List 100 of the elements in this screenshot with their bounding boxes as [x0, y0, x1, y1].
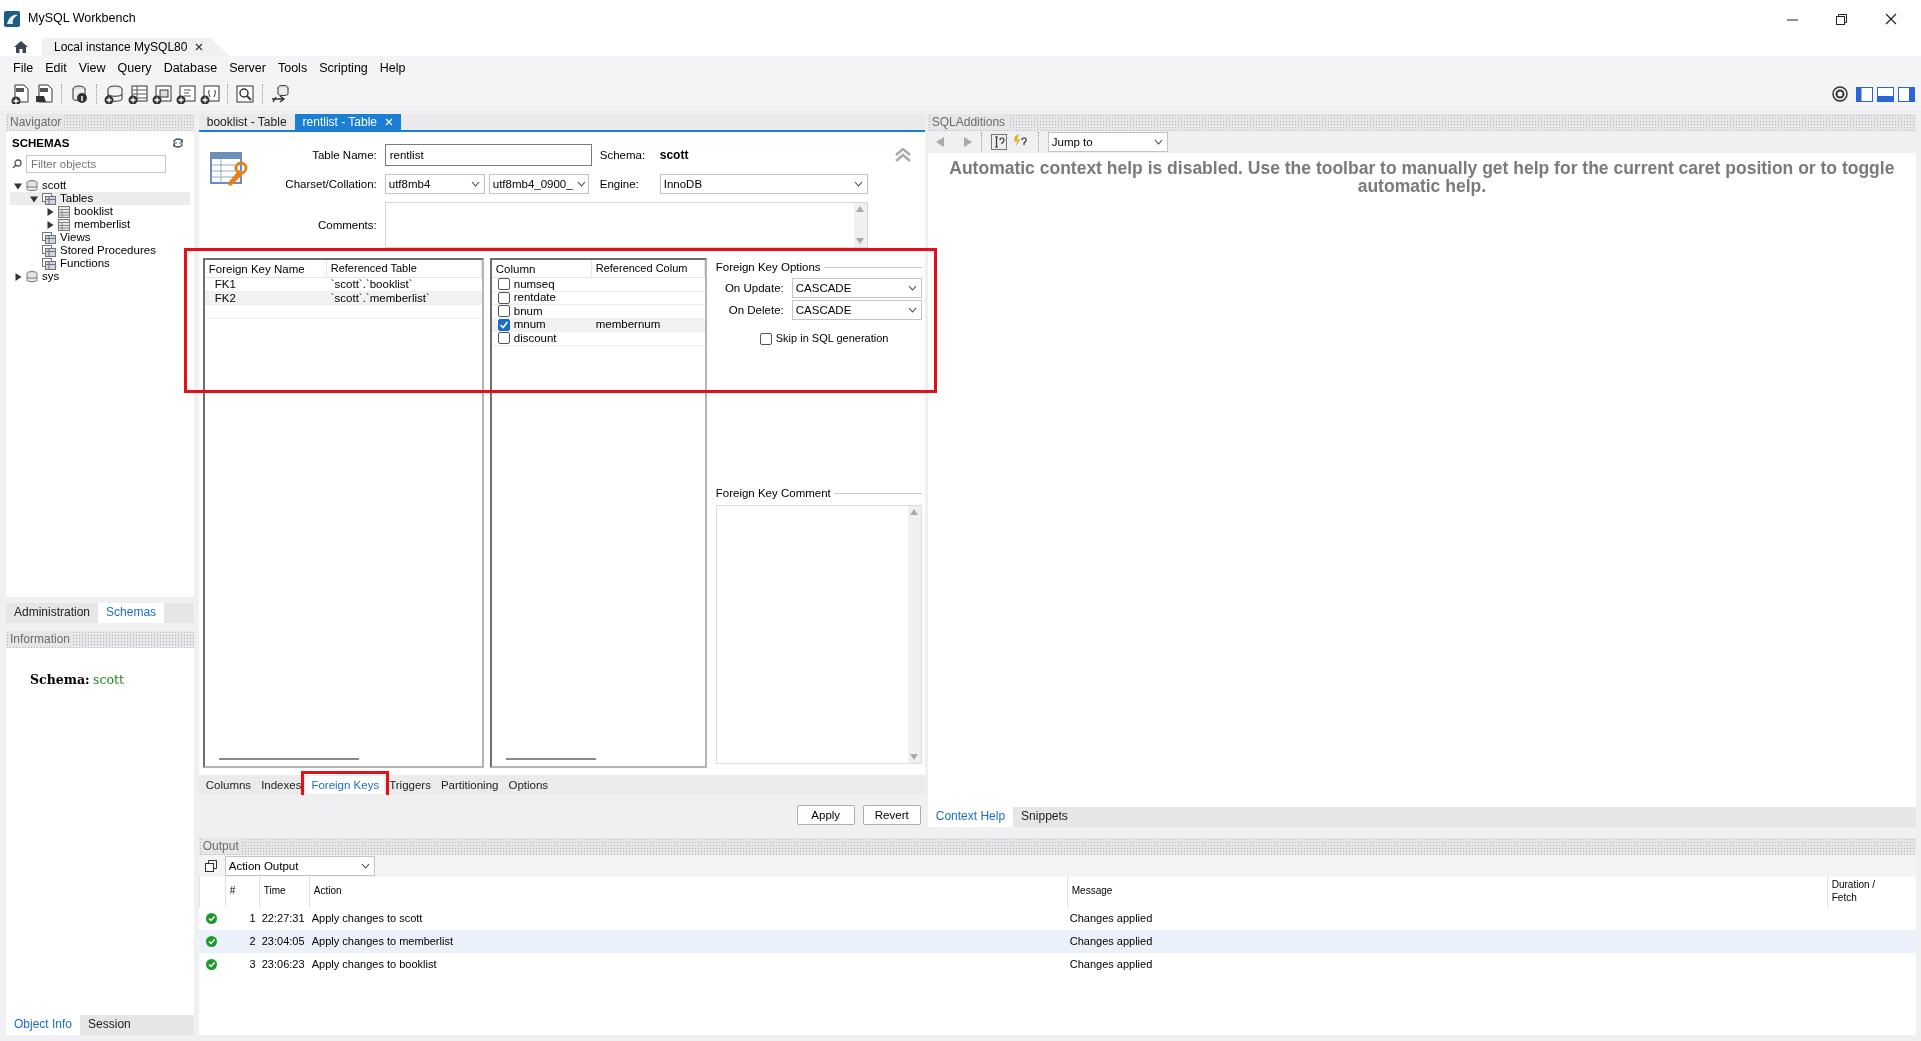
tree-arrow-icon[interactable] — [46, 220, 54, 229]
copy-icon[interactable] — [204, 860, 217, 872]
tree-arrow-icon[interactable] — [14, 272, 22, 281]
help-message: Automatic context help is disabled. Use the toolbar to manually get help for the current caret position or to toggle automatic help. — [927, 153, 1916, 807]
new-view-icon[interactable] — [152, 84, 172, 104]
window-title: MySQL Workbench — [28, 11, 136, 27]
table-row[interactable]: 1 22:27:31 Apply changes to scott Changes applied — [198, 907, 1916, 930]
menu-item[interactable]: Query — [112, 57, 159, 77]
column-header[interactable]: Referenced Colum — [591, 260, 705, 277]
new-function-icon[interactable] — [200, 84, 220, 104]
table-row[interactable]: FK1 `scott`.`booklist` — [204, 278, 482, 292]
close-icon[interactable] — [1885, 13, 1897, 25]
menu-item[interactable]: Help — [374, 57, 413, 77]
editor-view-tab[interactable]: Indexes — [256, 775, 307, 795]
connection-tab[interactable]: Local instance MySQL80 — [42, 38, 230, 56]
panel-tab[interactable]: Schemas — [98, 603, 165, 623]
editor-view-tab[interactable]: Options — [503, 775, 554, 795]
panel-tab[interactable]: Context Help — [927, 807, 1014, 827]
menu-item[interactable]: Server — [224, 57, 273, 77]
column-header[interactable]: Time — [258, 877, 309, 907]
menu-item[interactable]: File — [8, 57, 41, 77]
panel-tab[interactable]: Administration — [6, 603, 99, 623]
schema-value: scott — [659, 147, 690, 163]
output-toggle-icon[interactable] — [1877, 86, 1894, 102]
horizontal-scrollbar[interactable] — [505, 758, 596, 760]
menu-item[interactable]: Scripting — [314, 57, 375, 77]
column-header[interactable]: # — [224, 877, 259, 907]
column-header[interactable]: Action — [308, 877, 1067, 907]
column-header[interactable]: Foreign Key Name — [204, 260, 327, 277]
new-procedure-icon[interactable] — [176, 84, 196, 104]
engine-dropdown[interactable]: InnoDB — [659, 174, 868, 194]
table-row[interactable]: 3 23:06:23 Apply changes to booklist Changes applied — [198, 953, 1916, 976]
tree-item[interactable]: sys — [10, 270, 190, 283]
tree-item-label: Tables — [60, 192, 94, 205]
revert-button[interactable]: Revert — [862, 805, 921, 825]
column-header[interactable]: Referenced Table — [326, 260, 482, 277]
table-group-icon — [42, 192, 56, 205]
editor-tab[interactable]: rentlist - Table — [294, 114, 402, 130]
editor-view-tab[interactable]: Columns — [200, 775, 257, 795]
tree-arrow-icon[interactable] — [30, 194, 38, 203]
panel-tab[interactable]: Snippets — [1013, 807, 1076, 827]
table-row[interactable]: rentdate — [491, 291, 705, 305]
tree-item[interactable]: booklist — [10, 205, 190, 218]
tree-arrow-icon[interactable] — [46, 207, 54, 216]
tree-item[interactable]: Stored Procedures — [10, 244, 190, 257]
tree-item[interactable]: Tables — [10, 192, 190, 205]
charset-dropdown[interactable]: utf8mb4 — [384, 174, 485, 194]
reconnect-icon[interactable] — [270, 84, 290, 104]
menu-item[interactable]: View — [73, 57, 113, 77]
checkbox[interactable] — [759, 333, 772, 346]
table-name-field[interactable]: rentlist — [384, 144, 592, 166]
refresh-icon[interactable] — [171, 138, 184, 148]
open-sql-file-icon[interactable] — [34, 84, 54, 104]
editor-tab[interactable]: booklist - Table — [198, 114, 295, 130]
checkbox[interactable] — [497, 332, 510, 345]
tree-item[interactable]: Views — [10, 231, 190, 244]
success-icon — [206, 913, 218, 924]
tree-arrow-icon[interactable] — [14, 181, 22, 190]
menu-item[interactable]: Edit — [40, 57, 74, 77]
secondary-sidebar-toggle-icon[interactable] — [1898, 86, 1915, 102]
settings-icon[interactable] — [1832, 86, 1848, 102]
tree-item[interactable]: Functions — [10, 257, 190, 270]
info-icon[interactable] — [69, 84, 89, 104]
table-row[interactable]: bnum — [491, 305, 705, 319]
checkbox[interactable] — [497, 278, 510, 291]
panel-tab[interactable]: Object Info — [6, 1015, 81, 1035]
output-type-dropdown[interactable]: Action Output — [224, 856, 375, 876]
context-help-icon[interactable] — [990, 134, 1007, 150]
new-sql-tab-icon[interactable] — [10, 84, 30, 104]
table-row[interactable]: numseq — [491, 278, 705, 292]
tree-item[interactable]: memberlist — [10, 218, 190, 231]
on-update-dropdown[interactable]: CASCADE — [791, 278, 922, 299]
home-icon[interactable] — [13, 40, 29, 54]
apply-button[interactable]: Apply — [796, 805, 855, 825]
filter-field[interactable]: Filter objects — [26, 155, 166, 173]
new-table-icon[interactable] — [128, 84, 148, 104]
close-icon[interactable] — [195, 43, 204, 51]
table-row[interactable]: discount — [491, 332, 705, 346]
checkbox[interactable] — [497, 305, 510, 318]
table-row[interactable]: 2 23:04:05 Apply changes to memberlist Changes applied — [198, 930, 1916, 953]
editor-view-tab[interactable]: Partitioning — [435, 775, 504, 795]
search-icon[interactable] — [235, 84, 255, 104]
menu-item[interactable]: Tools — [272, 57, 315, 77]
jump-to-dropdown[interactable]: Jump to — [1047, 132, 1168, 152]
horizontal-scrollbar[interactable] — [218, 758, 359, 760]
new-schema-icon[interactable] — [104, 84, 124, 104]
menu-item[interactable]: Database — [158, 57, 225, 77]
editor-view-tab[interactable]: Triggers — [384, 775, 436, 795]
sidebar-toggle-icon[interactable] — [1856, 86, 1873, 102]
table-cell-text: 23:04:05 — [260, 934, 306, 949]
column-header[interactable]: Duration / Fetch — [1826, 877, 1897, 907]
restore-icon[interactable] — [1836, 13, 1847, 25]
column-header[interactable]: Message — [1066, 877, 1827, 907]
tree-item[interactable]: scott — [10, 179, 190, 192]
column-header[interactable]: Column — [491, 260, 592, 277]
database-icon — [26, 270, 38, 283]
table-cell-text: Apply changes to memberlist — [310, 934, 454, 949]
panel-tab[interactable]: Session — [80, 1015, 139, 1035]
on-delete-dropdown[interactable]: CASCADE — [791, 300, 922, 321]
collation-dropdown[interactable]: utf8mb4_0900_ — [488, 174, 589, 194]
